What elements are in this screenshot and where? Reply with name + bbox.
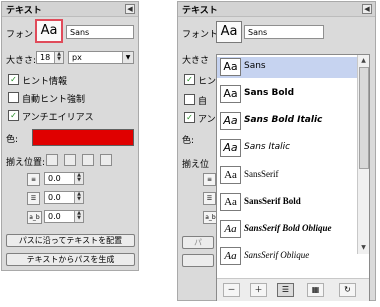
justify-center-icon[interactable] bbox=[82, 154, 94, 166]
grid-view-icon[interactable]: ▦ bbox=[307, 283, 324, 297]
font-list-item[interactable]: Aa Sans Italic bbox=[217, 138, 357, 159]
letter-spacing-value: 0.0 bbox=[48, 212, 61, 221]
autohint-label: 自 bbox=[198, 97, 208, 107]
font-preview-icon: Aa bbox=[220, 247, 241, 265]
letter-spacing-spinbox[interactable]: 0.0 ▲ ▼ bbox=[44, 210, 84, 223]
font-preview-icon: Aa bbox=[220, 112, 241, 130]
antialias-checkbox[interactable]: ✓ bbox=[8, 110, 19, 121]
unit-select[interactable]: px ▼ bbox=[68, 51, 134, 64]
autohint-checkbox[interactable] bbox=[8, 92, 19, 103]
font-list-item[interactable]: Aa Sans bbox=[217, 57, 357, 78]
panel-menu-icon[interactable]: ◀ bbox=[125, 4, 135, 14]
antialias-checkbox[interactable]: ✓ bbox=[184, 112, 195, 123]
font-list-item-label: SansSerif bbox=[244, 169, 279, 179]
text-tool-options-right: テキスト ◀ フォント: Aa Sans 大きさ ✓ ヒン 自 ✓ アン 色: … bbox=[177, 1, 376, 301]
size-spinbox[interactable]: 18 ▲ ▼ bbox=[36, 51, 64, 64]
color-swatch-button[interactable] bbox=[32, 129, 134, 146]
hinting-label: ヒント情報 bbox=[22, 77, 68, 87]
line-spacing-value: 0.0 bbox=[48, 193, 61, 202]
antialias-label: アンチエイリアス bbox=[22, 113, 94, 123]
hinting-label: ヒン bbox=[198, 77, 217, 87]
panel-titlebar: テキスト ◀ bbox=[178, 2, 375, 17]
text-along-path-button[interactable]: パスに沿ってテキストを配置 bbox=[6, 234, 135, 247]
font-list-item[interactable]: Aa SansSerif Bold Oblique bbox=[217, 219, 357, 240]
antialias-label: アン bbox=[198, 115, 216, 125]
font-list-popup: Aa Sans Aa Sans Bold Aa Sans Bold Italic Aa San… bbox=[216, 54, 370, 301]
autohint-label: 自動ヒント強制 bbox=[22, 95, 86, 105]
zoom-out-icon[interactable]: － bbox=[223, 283, 240, 297]
path-from-text-button[interactable]: テキストからパスを生成 bbox=[6, 253, 135, 266]
indent-icon: ≡ bbox=[27, 173, 40, 186]
indent-spinbox[interactable]: 0.0 ▲ ▼ bbox=[44, 172, 84, 185]
spin-arrows-icon[interactable]: ▲ ▼ bbox=[74, 211, 83, 222]
panel-menu-icon[interactable]: ◀ bbox=[362, 4, 372, 14]
indent-value: 0.0 bbox=[48, 174, 61, 183]
justify-right-icon[interactable] bbox=[64, 154, 76, 166]
size-label: 大きさ: bbox=[6, 56, 37, 66]
font-name-input[interactable]: Sans bbox=[244, 25, 324, 39]
font-name-input[interactable]: Sans bbox=[66, 25, 134, 39]
font-preview-icon: Aa bbox=[220, 166, 241, 184]
spin-arrows-icon[interactable]: ▲ ▼ bbox=[74, 173, 83, 184]
path-from-text-button[interactable] bbox=[182, 254, 214, 267]
spin-arrows-icon[interactable]: ▲ ▼ bbox=[54, 52, 63, 63]
font-list-item[interactable]: Aa Sans Bold Italic bbox=[217, 111, 357, 132]
font-list-item[interactable]: Aa SansSerif Oblique bbox=[217, 246, 357, 267]
spin-arrows-icon[interactable]: ▲ ▼ bbox=[74, 192, 83, 203]
list-view-icon[interactable]: ☰ bbox=[277, 283, 294, 297]
panel-titlebar: テキスト ◀ bbox=[2, 2, 138, 17]
font-list-scrollbar[interactable]: ▲ ▼ bbox=[357, 55, 369, 254]
font-preview-icon: Aa bbox=[220, 58, 241, 76]
line-spacing-icon: ☰ bbox=[27, 192, 40, 205]
font-list-item-label: Sans bbox=[244, 61, 266, 71]
font-preview-icon: Aa bbox=[220, 193, 241, 211]
zoom-in-icon[interactable]: ＋ bbox=[250, 283, 267, 297]
justify-fill-icon[interactable] bbox=[100, 154, 112, 166]
font-list-toolbar: － ＋ ☰ ▦ ↻ bbox=[217, 278, 369, 301]
refresh-icon[interactable]: ↻ bbox=[339, 283, 356, 297]
scroll-down-icon[interactable]: ▼ bbox=[359, 243, 368, 252]
text-tool-options-left: テキスト ◀ フォント: Aa Sans 大きさ: 18 ▲ ▼ px ▼ ✓ ヒ… bbox=[1, 1, 139, 271]
panel-title: テキスト bbox=[182, 6, 218, 16]
line-spacing-icon: ☰ bbox=[203, 192, 216, 205]
color-label: 色: bbox=[182, 136, 195, 146]
font-list-item[interactable]: Aa SansSerif bbox=[217, 165, 357, 186]
hinting-checkbox[interactable]: ✓ bbox=[8, 74, 19, 85]
font-preview-button[interactable]: Aa bbox=[216, 21, 242, 43]
font-list-item[interactable]: Aa Sans Bold bbox=[217, 84, 357, 105]
font-list-item-label: SansSerif Bold bbox=[244, 196, 301, 206]
font-list-item-label: Sans Bold Italic bbox=[244, 115, 323, 125]
size-label: 大きさ bbox=[182, 56, 210, 66]
line-spacing-spinbox[interactable]: 0.0 ▲ ▼ bbox=[44, 191, 84, 204]
font-list-item-label: SansSerif Oblique bbox=[244, 250, 310, 260]
justify-left-icon[interactable] bbox=[46, 154, 58, 166]
hinting-checkbox[interactable]: ✓ bbox=[184, 74, 195, 85]
autohint-checkbox[interactable] bbox=[184, 94, 195, 105]
font-list-item-label: SansSerif Bold Oblique bbox=[244, 223, 332, 233]
size-value: 18 bbox=[40, 53, 51, 62]
panel-title: テキスト bbox=[6, 6, 42, 16]
font-preview-button[interactable]: Aa bbox=[35, 19, 63, 43]
font-list-item-label: Sans Bold bbox=[244, 88, 295, 98]
font-preview-icon: Aa bbox=[220, 85, 241, 103]
unit-value: px bbox=[72, 53, 82, 62]
font-list-item[interactable]: Aa SansSerif Bold bbox=[217, 192, 357, 213]
text-along-path-button[interactable]: パ bbox=[182, 236, 214, 249]
indent-icon: ≡ bbox=[203, 173, 216, 186]
color-label: 色: bbox=[6, 135, 19, 145]
font-list-item-label: Sans Italic bbox=[244, 142, 291, 152]
scrollbar-thumb[interactable] bbox=[359, 67, 369, 169]
letter-spacing-icon: a_b bbox=[27, 211, 42, 224]
font-preview-icon: Aa bbox=[220, 139, 241, 157]
font-preview-icon: Aa bbox=[220, 220, 241, 238]
scroll-up-icon[interactable]: ▲ bbox=[359, 56, 368, 65]
justify-label: 揃え位 bbox=[182, 160, 210, 170]
chevron-down-icon: ▼ bbox=[122, 52, 133, 63]
justify-label: 揃え位置: bbox=[6, 158, 46, 168]
